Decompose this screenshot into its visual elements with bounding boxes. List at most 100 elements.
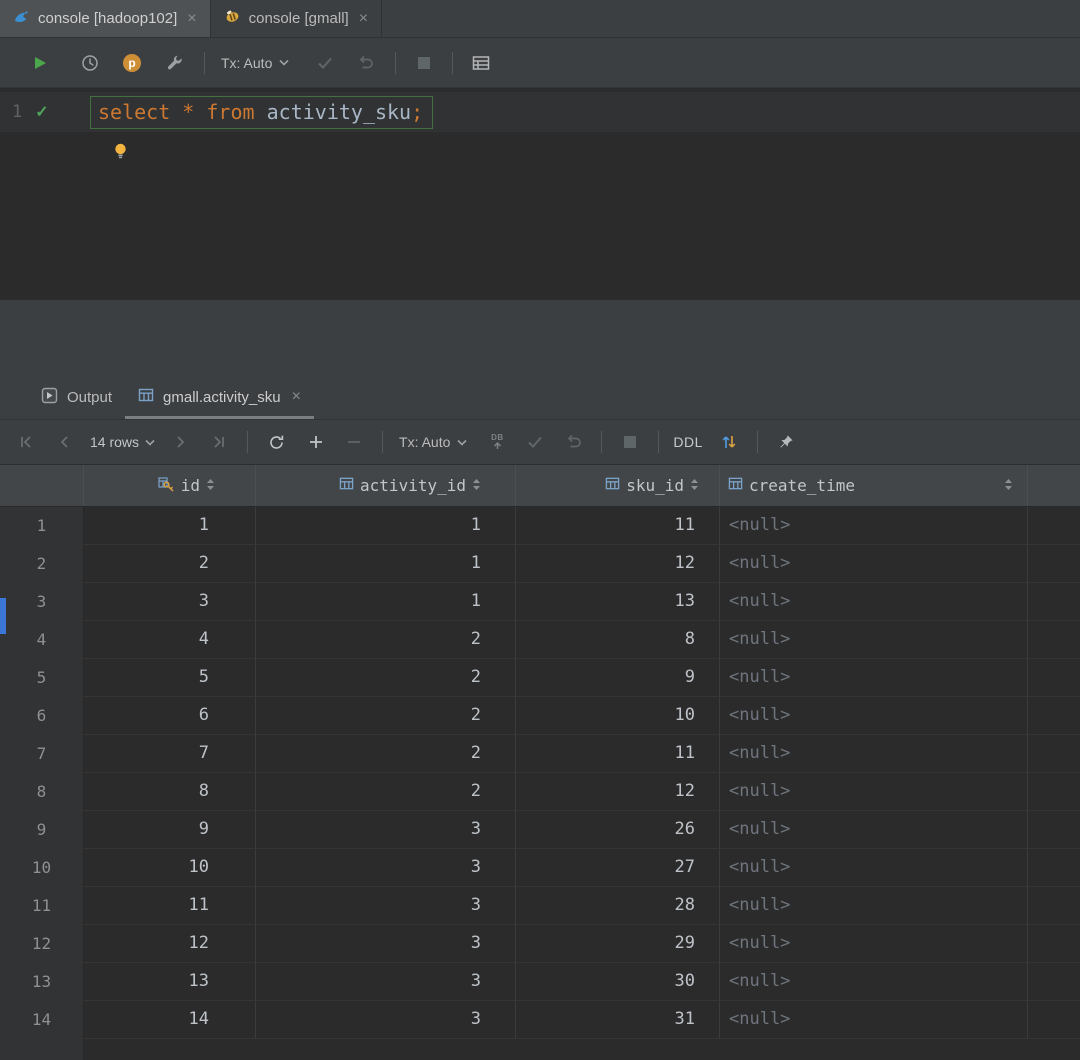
cell-activity-id[interactable]: 3	[256, 1001, 516, 1039]
table-row[interactable]: 12 12 3 29 <null>	[0, 925, 1080, 963]
stop-button[interactable]	[616, 428, 644, 456]
cell-sku-id[interactable]: 11	[516, 735, 720, 773]
cell-id[interactable]: 9	[84, 811, 256, 849]
rollback-button[interactable]	[559, 428, 587, 456]
page-size-select[interactable]: 14 rows	[90, 434, 155, 450]
table-row[interactable]: 8 8 2 12 <null>	[0, 773, 1080, 811]
cell-activity-id[interactable]: 2	[256, 659, 516, 697]
tab-output[interactable]: Output	[28, 375, 125, 419]
cell-create-time[interactable]: <null>	[720, 773, 1028, 811]
cell-create-time[interactable]: <null>	[720, 849, 1028, 887]
tx-mode-select[interactable]: Tx: Auto	[399, 434, 467, 450]
profiler-icon[interactable]: p	[118, 49, 146, 77]
tab-result-grid[interactable]: gmall.activity_sku ×	[125, 375, 314, 419]
cell-id[interactable]: 14	[84, 1001, 256, 1039]
sort-icon[interactable]	[690, 476, 699, 495]
close-icon[interactable]: ×	[292, 389, 301, 405]
cell-activity-id[interactable]: 1	[256, 545, 516, 583]
cell-activity-id[interactable]: 1	[256, 507, 516, 545]
cell-activity-id[interactable]: 2	[256, 735, 516, 773]
cell-id[interactable]: 10	[84, 849, 256, 887]
sql-statement[interactable]: select * from activity_sku;	[90, 96, 434, 129]
table-row[interactable]: 7 7 2 11 <null>	[0, 735, 1080, 773]
cell-create-time[interactable]: <null>	[720, 887, 1028, 925]
table-row[interactable]: 1 1 1 11 <null>	[0, 507, 1080, 545]
transpose-icon[interactable]	[715, 428, 743, 456]
cell-id[interactable]: 3	[84, 583, 256, 621]
intention-bulb-icon[interactable]	[112, 143, 129, 164]
tab-console-hadoop102[interactable]: console [hadoop102] ×	[0, 0, 211, 37]
cell-id[interactable]: 1	[84, 507, 256, 545]
cell-sku-id[interactable]: 31	[516, 1001, 720, 1039]
cell-create-time[interactable]: <null>	[720, 583, 1028, 621]
cell-sku-id[interactable]: 12	[516, 773, 720, 811]
first-page-button[interactable]	[12, 428, 40, 456]
cell-sku-id[interactable]: 28	[516, 887, 720, 925]
cell-sku-id[interactable]: 12	[516, 545, 720, 583]
cell-activity-id[interactable]: 2	[256, 697, 516, 735]
table-row[interactable]: 3 3 1 13 <null>	[0, 583, 1080, 621]
editor-output-splitter[interactable]	[0, 300, 1080, 375]
delete-row-button[interactable]	[340, 428, 368, 456]
refresh-icon[interactable]	[262, 428, 290, 456]
cell-activity-id[interactable]: 2	[256, 773, 516, 811]
tool-window-stripe-indicator[interactable]	[0, 598, 6, 634]
commit-button[interactable]	[521, 428, 549, 456]
cell-create-time[interactable]: <null>	[720, 735, 1028, 773]
ddl-button[interactable]: DDL	[673, 428, 703, 456]
table-row[interactable]: 4 4 2 8 <null>	[0, 621, 1080, 659]
table-row[interactable]: 2 2 1 12 <null>	[0, 545, 1080, 583]
submit-to-database-icon[interactable]: DB	[483, 428, 511, 456]
cell-id[interactable]: 5	[84, 659, 256, 697]
table-row[interactable]: 9 9 3 26 <null>	[0, 811, 1080, 849]
cell-id[interactable]: 2	[84, 545, 256, 583]
cell-id[interactable]: 13	[84, 963, 256, 1001]
cell-id[interactable]: 6	[84, 697, 256, 735]
previous-page-button[interactable]	[50, 428, 78, 456]
next-page-button[interactable]	[167, 428, 195, 456]
cell-create-time[interactable]: <null>	[720, 925, 1028, 963]
cell-sku-id[interactable]: 27	[516, 849, 720, 887]
cell-sku-id[interactable]: 8	[516, 621, 720, 659]
history-clock-icon[interactable]	[76, 49, 104, 77]
cell-activity-id[interactable]: 3	[256, 925, 516, 963]
pin-icon[interactable]	[772, 428, 800, 456]
cell-activity-id[interactable]: 3	[256, 887, 516, 925]
close-icon[interactable]: ×	[187, 10, 196, 27]
table-row[interactable]: 14 14 3 31 <null>	[0, 1001, 1080, 1039]
table-row[interactable]: 6 6 2 10 <null>	[0, 697, 1080, 735]
sort-icon[interactable]	[1004, 476, 1013, 495]
cell-sku-id[interactable]: 10	[516, 697, 720, 735]
column-header-sku-id[interactable]: sku_id	[516, 465, 720, 506]
cell-activity-id[interactable]: 3	[256, 963, 516, 1001]
cell-activity-id[interactable]: 3	[256, 811, 516, 849]
sort-icon[interactable]	[206, 476, 215, 495]
cell-create-time[interactable]: <null>	[720, 659, 1028, 697]
cell-create-time[interactable]: <null>	[720, 1001, 1028, 1039]
table-row[interactable]: 5 5 2 9 <null>	[0, 659, 1080, 697]
tab-console-gmall[interactable]: console [gmall] ×	[211, 0, 383, 37]
column-header-create-time[interactable]: create_time	[720, 465, 1028, 506]
stop-button[interactable]	[410, 49, 438, 77]
table-row[interactable]: 10 10 3 27 <null>	[0, 849, 1080, 887]
cell-sku-id[interactable]: 30	[516, 963, 720, 1001]
rollback-button[interactable]	[351, 49, 379, 77]
cell-sku-id[interactable]: 13	[516, 583, 720, 621]
run-button[interactable]	[26, 49, 54, 77]
cell-sku-id[interactable]: 11	[516, 507, 720, 545]
cell-create-time[interactable]: <null>	[720, 811, 1028, 849]
cell-sku-id[interactable]: 26	[516, 811, 720, 849]
cell-activity-id[interactable]: 1	[256, 583, 516, 621]
column-header-id[interactable]: id	[84, 465, 256, 506]
cell-sku-id[interactable]: 9	[516, 659, 720, 697]
last-page-button[interactable]	[205, 428, 233, 456]
cell-create-time[interactable]: <null>	[720, 507, 1028, 545]
cell-id[interactable]: 11	[84, 887, 256, 925]
cell-create-time[interactable]: <null>	[720, 621, 1028, 659]
commit-button[interactable]	[311, 49, 339, 77]
sql-editor[interactable]: 1 ✓ select * from activity_sku;	[0, 88, 1080, 300]
add-row-button[interactable]	[302, 428, 330, 456]
cell-activity-id[interactable]: 2	[256, 621, 516, 659]
cell-id[interactable]: 8	[84, 773, 256, 811]
cell-activity-id[interactable]: 3	[256, 849, 516, 887]
